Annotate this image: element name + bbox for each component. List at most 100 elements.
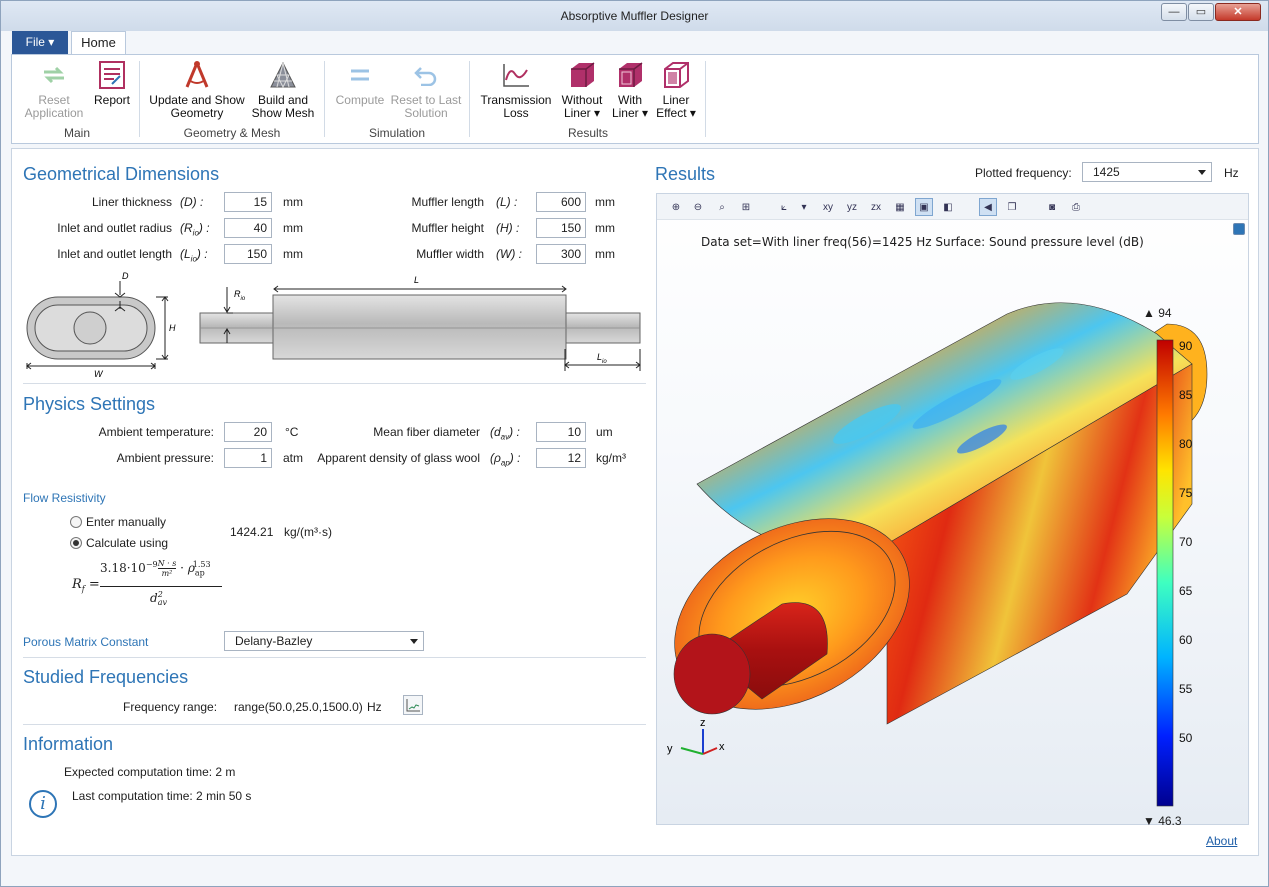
zoom-out-icon[interactable]: ⊖ [689, 198, 707, 216]
group-label-results: Results [567, 126, 608, 140]
muffler-length-input[interactable]: 600 [536, 192, 586, 212]
zoom-in-icon[interactable]: ⊕ [667, 198, 685, 216]
view-axes-icon[interactable]: ⟀ [775, 198, 793, 216]
muffler-width-label: Muffler width [416, 247, 484, 261]
inlet-radius-symbol: (Rio) : [180, 221, 210, 238]
report-icon [95, 60, 129, 90]
info-icon: i [29, 790, 57, 818]
frequency-range-value[interactable]: range(50.0,25.0,1500.0) [234, 700, 363, 714]
view-xy-icon[interactable]: xy [819, 198, 837, 216]
ambient-temperature-unit: °C [285, 425, 299, 439]
group-label-simulation: Simulation [368, 126, 426, 140]
enter-manually-radio[interactable] [70, 516, 82, 528]
print-icon[interactable]: ⎙ [1067, 198, 1085, 216]
fiber-diameter-label: Mean fiber diameter [373, 425, 480, 439]
liner-thickness-symbol: (D) : [180, 195, 204, 209]
equals-icon [343, 60, 377, 90]
group-separator [139, 61, 140, 137]
sketch-d-label: D [122, 271, 129, 281]
chevron-down-icon [1198, 170, 1206, 175]
ambient-temperature-input[interactable]: 20 [224, 422, 272, 442]
plot-dataset-title: Data set=With liner freq(56)=1425 Hz Sur… [701, 235, 1144, 249]
app-window: Absorptive Muffler Designer — ▭ ✕ File ▾… [0, 0, 1269, 887]
flow-resistivity-title: Flow Resistivity [23, 491, 106, 505]
update-geometry-button[interactable]: Update and Show Geometry [148, 60, 246, 120]
section-title-frequencies: Studied Frequencies [23, 667, 189, 687]
group-separator [324, 61, 325, 137]
inlet-length-unit: mm [283, 247, 303, 261]
muffler-width-symbol: (W) : [496, 247, 522, 261]
calculate-using-radio[interactable] [70, 537, 82, 549]
inlet-length-label: Inlet and outlet length [57, 247, 172, 261]
about-link[interactable]: About [1206, 834, 1237, 848]
compute-button[interactable]: Compute [332, 60, 388, 107]
colorbar-tick: 90 [1179, 339, 1193, 353]
range-chart-icon [406, 699, 420, 712]
range-editor-button[interactable] [403, 695, 423, 715]
axis-triad: z x y [667, 717, 725, 755]
colorbar-tick: 50 [1179, 731, 1193, 745]
build-mesh-button[interactable]: Build and Show Mesh [250, 60, 316, 120]
porous-matrix-label: Porous Matrix Constant [23, 635, 149, 649]
with-liner-button[interactable]: With Liner ▾ [610, 60, 650, 120]
scene-light-icon[interactable]: ▣ [915, 198, 933, 216]
file-menu-tab[interactable]: File ▾ [12, 31, 68, 54]
results-plot[interactable]: ⊕ ⊖ ⌕ ⊞ ⟀ ▾ xy yz zx ▦ ▣ ◧ ◀ ❐ ◙ ⎙ Data … [656, 193, 1249, 828]
glass-wool-density-unit: kg/m³ [596, 451, 626, 465]
ambient-pressure-unit: atm [283, 451, 304, 465]
liner-thickness-unit: mm [283, 195, 303, 209]
reset-icon [37, 60, 71, 90]
flow-resistivity-unit: kg/(m³·s) [284, 525, 332, 539]
ambient-temperature-label: Ambient temperature: [98, 425, 214, 439]
grid-icon[interactable]: ▦ [891, 198, 909, 216]
sketch-w-label: W [94, 369, 104, 379]
colorbar-tick: 85 [1179, 388, 1193, 402]
report-button[interactable]: Report [90, 60, 134, 107]
reset-last-solution-button[interactable]: Reset to Last Solution [390, 60, 462, 120]
plotted-frequency-select[interactable]: 1425 [1082, 162, 1212, 182]
colorbar-tick: 60 [1179, 633, 1193, 647]
ribbon: Reset Application Report Main Update and … [11, 54, 1259, 144]
colorbar-tick: 70 [1179, 535, 1193, 549]
view-zx-icon[interactable]: zx [867, 198, 885, 216]
zoom-box-icon[interactable]: ⌕ [713, 198, 731, 216]
group-label-main: Main [63, 126, 90, 140]
plot-window-icon[interactable] [1233, 223, 1245, 235]
muffler-length-label: Muffler length [411, 195, 485, 209]
chevron-down-icon [410, 639, 418, 644]
transparency-icon[interactable]: ◧ [939, 198, 957, 216]
muffler-height-input[interactable]: 150 [536, 218, 586, 238]
glass-wool-density-input[interactable]: 12 [536, 448, 586, 468]
group-separator [469, 61, 470, 137]
inlet-length-input[interactable]: 150 [224, 244, 272, 264]
minimize-button[interactable]: — [1161, 3, 1187, 21]
close-button[interactable]: ✕ [1215, 3, 1261, 21]
divider [23, 724, 646, 725]
enter-manually-label: Enter manually [86, 515, 167, 529]
liner-thickness-input[interactable]: 15 [224, 192, 272, 212]
transmission-loss-button[interactable]: Transmission Loss [478, 60, 554, 120]
muffler-width-input[interactable]: 300 [536, 244, 586, 264]
reset-application-button[interactable]: Reset Application [20, 60, 88, 120]
axis-y-label: y [667, 743, 673, 755]
inlet-radius-input[interactable]: 40 [224, 218, 272, 238]
flow-resistivity-value: 1424.21 [230, 525, 274, 539]
copy-icon[interactable]: ❐ [1003, 198, 1021, 216]
camera-icon[interactable]: ◙ [1043, 198, 1061, 216]
tab-home[interactable]: Home [71, 31, 126, 55]
ambient-pressure-input[interactable]: 1 [224, 448, 272, 468]
axis-x-label: x [719, 741, 725, 753]
without-liner-button[interactable]: Without Liner ▾ [558, 60, 606, 120]
plotted-frequency-unit: Hz [1224, 166, 1239, 180]
view-dropdown-icon[interactable]: ▾ [795, 198, 813, 216]
speaker-icon[interactable]: ◀ [979, 198, 997, 216]
porous-matrix-select[interactable]: Delany-Bazley [224, 631, 424, 651]
view-yz-icon[interactable]: yz [843, 198, 861, 216]
glass-wool-density-label: Apparent density of glass wool [317, 451, 480, 465]
liner-effect-button[interactable]: Liner Effect ▾ [654, 60, 698, 120]
axis-z-label: z [700, 717, 706, 729]
zoom-extents-icon[interactable]: ⊞ [737, 198, 755, 216]
maximize-button[interactable]: ▭ [1188, 3, 1214, 21]
fiber-diameter-input[interactable]: 10 [536, 422, 586, 442]
inlet-radius-label: Inlet and outlet radius [57, 221, 172, 235]
